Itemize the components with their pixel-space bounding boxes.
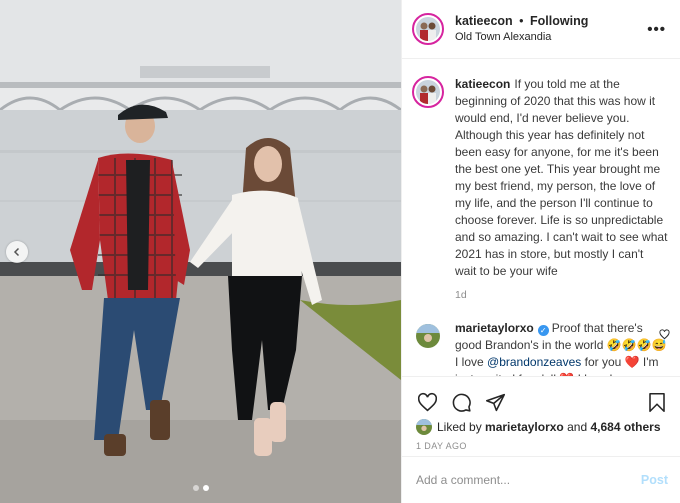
action-icons bbox=[402, 377, 680, 417]
author-avatar[interactable] bbox=[412, 13, 444, 45]
caption-timestamp[interactable]: 1d bbox=[455, 287, 668, 304]
likes-and: and bbox=[567, 420, 588, 434]
carousel-dots bbox=[0, 485, 401, 491]
header-separator: • bbox=[519, 14, 524, 28]
share-icon bbox=[485, 393, 505, 411]
author-username[interactable]: katieecon bbox=[455, 14, 513, 28]
follow-status-button[interactable]: Following bbox=[530, 14, 588, 28]
post-side-panel: katieecon • Following Old Town Alexandia… bbox=[401, 0, 680, 503]
avatar-image bbox=[416, 419, 432, 435]
post-photo[interactable] bbox=[0, 0, 401, 503]
avatar-image bbox=[416, 17, 440, 41]
likes-summary[interactable]: Liked by marietaylorxo and 4,684 others bbox=[402, 417, 680, 437]
chevron-left-icon bbox=[13, 247, 20, 257]
like-button[interactable] bbox=[416, 391, 438, 413]
bookmark-icon bbox=[649, 392, 665, 412]
more-icon[interactable]: ••• bbox=[647, 21, 666, 38]
comment-item: marietaylorxo ✓ Proof that there's good Br… bbox=[402, 304, 680, 376]
add-comment-bar: Post bbox=[402, 456, 680, 503]
caption-text: If you told me at the beginning of 2020 … bbox=[455, 77, 668, 278]
comment-button[interactable] bbox=[450, 391, 472, 413]
caption-avatar[interactable] bbox=[412, 76, 444, 108]
comment-like-heart-icon[interactable] bbox=[659, 329, 670, 340]
likes-prefix: Liked by bbox=[437, 420, 482, 434]
add-comment-input[interactable] bbox=[416, 473, 641, 487]
post-header: katieecon • Following Old Town Alexandia… bbox=[402, 0, 680, 59]
photo-image bbox=[0, 0, 401, 503]
carousel-dot bbox=[192, 485, 199, 491]
comment-mention-link[interactable]: @brandonzeaves bbox=[487, 355, 581, 369]
commenter-avatar[interactable] bbox=[412, 320, 444, 352]
caption: katieecon If you told me at the beginning… bbox=[402, 60, 680, 304]
post-date[interactable]: 1 DAY AGO bbox=[402, 437, 680, 451]
post-comment-button[interactable]: Post bbox=[641, 473, 668, 487]
carousel-dot-active bbox=[202, 485, 209, 491]
comment-username[interactable]: marietaylorxo bbox=[455, 321, 534, 335]
likes-count[interactable]: 4,684 others bbox=[590, 420, 660, 434]
caption-username[interactable]: katieecon bbox=[455, 77, 510, 91]
carousel-prev-button[interactable] bbox=[6, 241, 28, 263]
comments-list[interactable]: katieecon If you told me at the beginning… bbox=[402, 60, 680, 376]
likes-user[interactable]: marietaylorxo bbox=[485, 420, 564, 434]
verified-icon: ✓ bbox=[537, 325, 549, 336]
post-actions: Liked by marietaylorxo and 4,684 others … bbox=[402, 376, 680, 456]
avatar-image bbox=[416, 80, 440, 104]
comment-icon bbox=[452, 393, 471, 412]
avatar-image bbox=[416, 324, 440, 348]
save-button[interactable] bbox=[646, 391, 668, 413]
share-button[interactable] bbox=[484, 391, 506, 413]
liker-avatar bbox=[416, 419, 432, 435]
heart-icon bbox=[417, 392, 437, 411]
post-location[interactable]: Old Town Alexandia bbox=[455, 29, 588, 45]
